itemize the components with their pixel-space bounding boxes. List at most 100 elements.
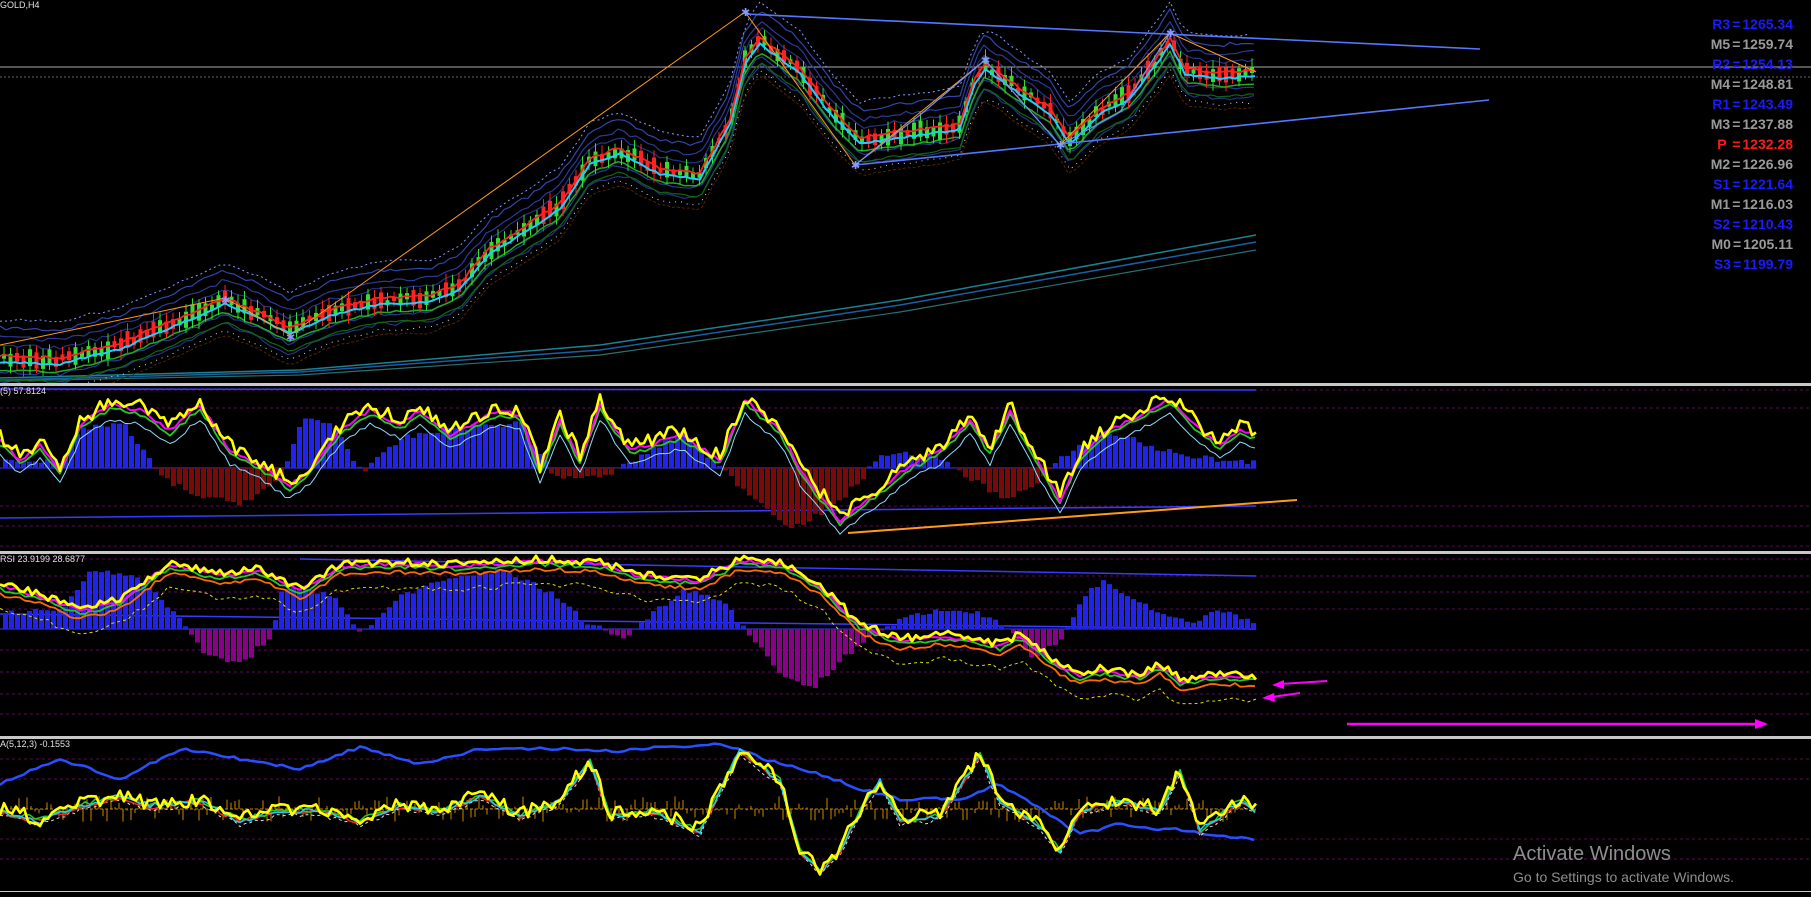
histogram-bar	[747, 629, 752, 636]
histogram-bar	[729, 468, 734, 476]
rsi-pane[interactable]: RSI 23.9199 28.6877	[0, 554, 1811, 736]
pivot-row-r3: R3 = 1265.34	[1653, 14, 1793, 34]
histogram-bar	[1095, 586, 1100, 629]
histogram-bar	[567, 606, 572, 629]
histogram-bar	[957, 468, 962, 471]
histogram-bar	[1005, 468, 1010, 499]
histogram-bar	[1107, 434, 1112, 468]
ma-darkgreen-line	[0, 61, 1254, 383]
fractal-marker-icon: ✱	[981, 54, 990, 67]
histogram-bar	[177, 617, 182, 629]
histogram-bar	[1215, 461, 1220, 468]
histogram-bar	[897, 618, 902, 629]
oscillator-1-canvas[interactable]	[0, 386, 1811, 551]
oscillator-pane-1[interactable]: (5) 57.8124	[0, 386, 1811, 551]
histogram-bar	[111, 423, 116, 468]
histogram-bar	[633, 628, 638, 629]
histogram-bar	[1155, 612, 1160, 629]
histogram-bar	[1161, 451, 1166, 468]
histogram-bar	[1209, 611, 1214, 629]
histogram-bar	[549, 591, 554, 629]
histogram-bar	[1239, 619, 1244, 629]
histogram-bar	[1167, 616, 1172, 629]
pivot-row-m1: M1 = 1216.03	[1653, 194, 1793, 214]
pivot-equals: =	[1732, 236, 1742, 252]
histogram-bar	[1053, 463, 1058, 468]
histogram-bar	[1047, 629, 1052, 646]
histogram-bar	[1245, 618, 1250, 629]
price-chart-canvas[interactable]: ✱ ✱ ✱ ✱ ✱ ✱ ✱	[0, 0, 1811, 383]
histogram-bar	[1119, 593, 1124, 629]
histogram-bar	[795, 468, 800, 524]
histogram-bar	[423, 433, 428, 468]
histogram-bar	[201, 629, 206, 654]
pivot-equals: =	[1732, 36, 1741, 52]
pivot-equals: =	[1732, 176, 1741, 192]
histogram-bar	[87, 429, 92, 468]
histogram-bar	[237, 468, 242, 506]
histogram-bar	[507, 424, 512, 468]
histogram-bar	[405, 592, 410, 629]
histogram-bar	[981, 617, 986, 629]
histogram-bar	[1023, 468, 1028, 490]
arrow-right-icon	[1755, 719, 1768, 729]
histogram-bar	[603, 468, 608, 475]
histogram-bar	[1113, 588, 1118, 629]
channel-band-line	[0, 21, 1255, 342]
histogram-bar	[849, 468, 854, 487]
histogram-bar	[855, 468, 860, 485]
ma-green-line	[0, 50, 1255, 374]
watermark-subtitle: Go to Settings to activate Windows.	[1513, 869, 1734, 885]
histogram-bar	[423, 585, 428, 629]
histogram-bar	[1203, 455, 1208, 468]
histogram-bar	[741, 468, 746, 489]
rsi-trend-line	[0, 613, 1257, 630]
watermark-title: Activate Windows	[1513, 843, 1671, 865]
histogram-bar	[135, 443, 140, 468]
histogram-bar	[651, 611, 656, 629]
histogram-bar	[417, 588, 422, 629]
pivot-equals: =	[1732, 256, 1742, 272]
pivot-value: 1248.81	[1742, 76, 1793, 92]
rsi-canvas[interactable]	[0, 554, 1811, 736]
histogram-bar	[513, 577, 518, 629]
pivot-row-r1: R1 = 1243.49	[1653, 94, 1793, 114]
histogram-bar	[375, 617, 380, 629]
histogram-bar	[3, 613, 8, 629]
histogram-bar	[1065, 455, 1070, 468]
histogram-bar	[735, 621, 740, 629]
histogram-bar	[771, 468, 776, 516]
histogram-bar	[837, 468, 842, 501]
pivot-value: 1259.74	[1742, 36, 1793, 52]
pivot-name: S3	[1713, 256, 1731, 272]
histogram-bar	[729, 609, 734, 629]
histogram-bar	[537, 588, 542, 629]
histogram-bar	[687, 592, 692, 629]
histogram-bar	[387, 607, 392, 629]
histogram-bar	[87, 571, 92, 629]
histogram-bar	[705, 594, 710, 629]
histogram-bar	[723, 468, 728, 471]
histogram-bar	[1131, 437, 1136, 468]
trading-terminal-window: ✱ ✱ ✱ ✱ ✱ ✱ ✱ GOLD,H4 R3 = 1265.34 M5 = 1259.74 R2 = 1…	[0, 0, 1811, 897]
histogram-bar	[1065, 627, 1070, 629]
histogram-bar	[1173, 617, 1178, 629]
histogram-bar	[1053, 629, 1058, 645]
pivot-name: M2	[1710, 156, 1731, 172]
histogram-bar	[1179, 618, 1184, 629]
histogram-bar	[153, 592, 158, 629]
histogram-bar	[387, 446, 392, 468]
price-chart-pane[interactable]: ✱ ✱ ✱ ✱ ✱ ✱ ✱ GOLD,H4 R3 = 1265.34 M5 = 1259.74 R2 = 1…	[0, 0, 1811, 383]
histogram-bar	[147, 458, 152, 468]
histogram-bar	[411, 593, 416, 629]
histogram-bar	[273, 620, 278, 629]
histogram-bar	[609, 468, 614, 475]
histogram-bar	[249, 629, 254, 658]
histogram-bar	[159, 599, 164, 629]
pivot-value: 1221.64	[1742, 176, 1793, 192]
histogram-bar	[1227, 611, 1232, 629]
histogram-bar	[501, 570, 506, 629]
time-axis	[0, 891, 1811, 897]
histogram-bar	[465, 575, 470, 629]
histogram-bar	[879, 629, 884, 631]
